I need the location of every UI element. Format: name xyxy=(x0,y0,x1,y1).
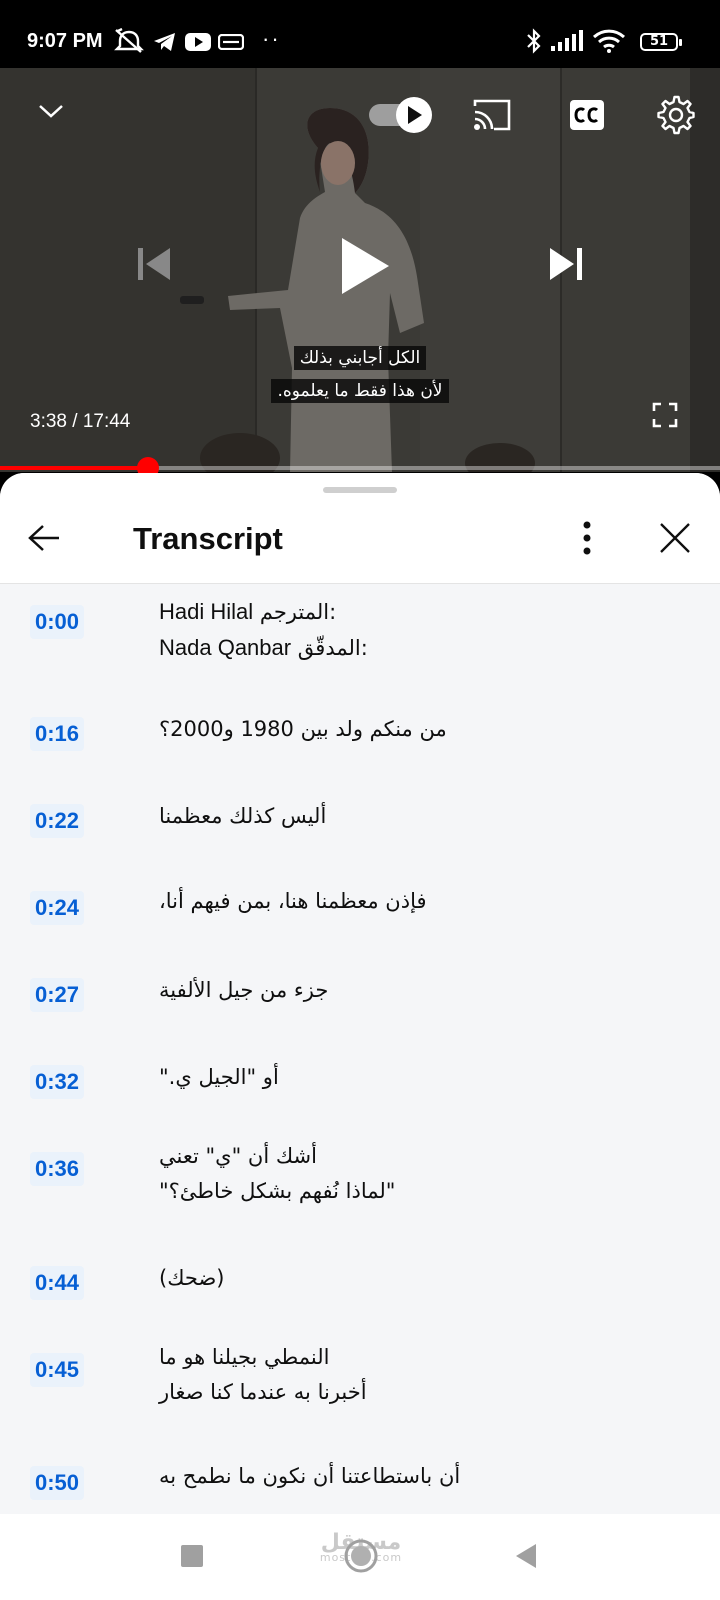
segment-timestamp[interactable]: 0:44 xyxy=(30,1266,85,1300)
status-bar: 9:07 PM ·· 51 xyxy=(0,0,720,68)
video-time: 3:38 / 17:44 xyxy=(30,411,130,433)
autoplay-toggle-icon[interactable] xyxy=(367,95,435,135)
segment-timestamp[interactable]: 0:27 xyxy=(30,978,85,1012)
progress-bar[interactable] xyxy=(0,457,720,479)
translator-name: Hadi Hilal xyxy=(159,599,254,624)
segment-line: النمطي بجيلنا هو ما xyxy=(159,1345,330,1369)
more-options-icon[interactable] xyxy=(580,519,594,557)
home-icon[interactable] xyxy=(343,1538,379,1574)
segment-timestamp[interactable]: 0:16 xyxy=(30,717,85,751)
closed-captions-icon[interactable] xyxy=(569,99,605,131)
recent-apps-icon[interactable] xyxy=(180,1544,204,1568)
next-video-icon[interactable] xyxy=(548,246,584,282)
video-player[interactable]: الكل أجابني بذلك لأن هذا فقط ما يعلموه. … xyxy=(0,68,720,472)
system-navigation-bar: مستقل mostaql.com xyxy=(0,1514,720,1600)
settings-gear-icon[interactable] xyxy=(656,95,696,135)
segment-text: أو "الجيل ي." xyxy=(159,1065,279,1089)
segment-line: Hadi Hilal المترجم: xyxy=(159,599,336,625)
segment-text: فإذن معظمنا هنا، بمن فيهم أنا، xyxy=(159,889,427,913)
transcript-title: Transcript xyxy=(133,521,283,556)
time-separator: / xyxy=(66,411,83,432)
segment-line: Nada Qanbar المدقّق: xyxy=(159,635,368,661)
segment-timestamp[interactable]: 0:45 xyxy=(30,1353,85,1387)
segment-timestamp[interactable]: 0:24 xyxy=(30,891,85,925)
close-icon[interactable] xyxy=(658,521,692,555)
previous-video-icon[interactable] xyxy=(136,246,172,282)
segment-line: أشك أن "ي" تعني xyxy=(159,1144,317,1168)
segment-timestamp[interactable]: 0:00 xyxy=(30,605,85,639)
segment-timestamp[interactable]: 0:36 xyxy=(30,1152,85,1186)
segment-timestamp[interactable]: 0:22 xyxy=(30,804,85,838)
segment-text: من منكم ولد بين 1980 و2000؟ xyxy=(159,717,447,741)
youtube-icon xyxy=(185,33,211,51)
transcript-panel: Transcript 0:00 Hadi Hilal المترجم: Nada… xyxy=(0,473,720,1514)
segment-text: جزء من جيل الألفية xyxy=(159,978,329,1002)
drag-handle[interactable] xyxy=(323,487,397,493)
back-arrow-icon[interactable] xyxy=(27,523,61,553)
battery-icon: 51 xyxy=(640,33,682,51)
duration: 17:44 xyxy=(82,411,131,432)
cast-icon[interactable] xyxy=(472,98,512,132)
translator-label: المترجم: xyxy=(259,600,337,624)
fullscreen-icon[interactable] xyxy=(652,402,678,428)
signal-strength-icon xyxy=(551,30,583,51)
segment-line: "لماذا نُفهم بشكل خاطئ؟" xyxy=(159,1179,396,1203)
telegram-icon xyxy=(154,33,175,51)
subtitle-line-2: لأن هذا فقط ما يعلموه. xyxy=(0,379,720,403)
reviewer-label: المدقّق: xyxy=(297,636,368,660)
battery-level: 51 xyxy=(649,34,669,49)
game-controller-icon xyxy=(218,34,244,50)
segment-text: (ضحك) xyxy=(159,1266,225,1290)
segment-text: أن باستطاعتنا أن نكون ما نطمح به xyxy=(159,1464,461,1488)
segment-timestamp[interactable]: 0:32 xyxy=(30,1065,85,1099)
segment-text: أليس كذلك معظمنا xyxy=(159,804,327,828)
segment-timestamp[interactable]: 0:50 xyxy=(30,1466,85,1500)
progress-fill xyxy=(0,466,148,470)
current-time: 3:38 xyxy=(30,411,67,432)
muted-alarm-icon xyxy=(114,28,144,53)
reviewer-name: Nada Qanbar xyxy=(159,635,292,660)
segment-line: أخبرنا به عندما كنا صغار xyxy=(159,1380,367,1404)
more-notifications-dots: ·· xyxy=(262,26,281,51)
back-nav-icon[interactable] xyxy=(514,1543,538,1569)
wifi-icon xyxy=(592,29,626,53)
transcript-header: Transcript xyxy=(0,473,720,584)
status-time: 9:07 PM xyxy=(27,30,103,52)
bluetooth-icon xyxy=(527,28,541,54)
minimize-chevron-icon[interactable] xyxy=(36,101,66,121)
play-icon[interactable] xyxy=(339,236,391,296)
subtitle-line-1: الكل أجابني بذلك xyxy=(0,346,720,370)
